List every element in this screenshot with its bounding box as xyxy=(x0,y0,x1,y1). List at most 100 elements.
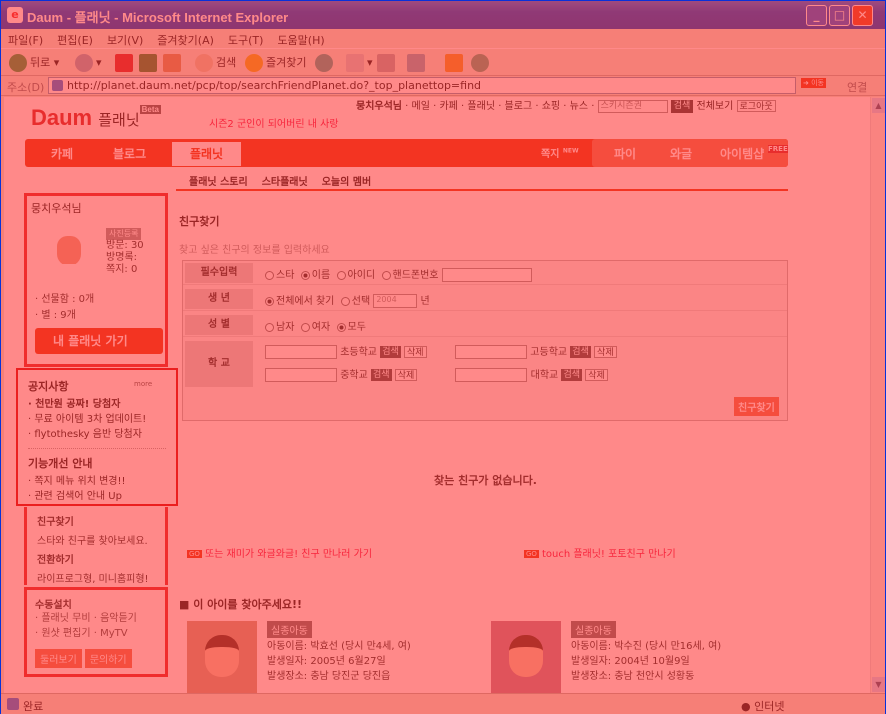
side-switch-link[interactable]: 전환하기 xyxy=(37,551,155,566)
elementary-input[interactable] xyxy=(265,345,337,359)
minimize-button[interactable]: _ xyxy=(806,5,827,26)
daum-planet-logo[interactable]: Daum 플래닛Beta xyxy=(31,105,161,131)
side-find-desc: 스타와 친구를 찾아보세요. xyxy=(37,536,148,547)
user-name[interactable]: 뭉치우석님 xyxy=(356,101,402,112)
tab-wagle[interactable]: 와글 xyxy=(670,145,692,162)
radio-female[interactable] xyxy=(300,322,310,332)
missing-child-title: ■ 이 아이를 찾아주세요!! xyxy=(179,598,303,611)
elementary-delete-button[interactable]: 삭제 xyxy=(403,346,427,358)
subnav-star[interactable]: 스타플래닛 xyxy=(262,177,308,188)
address-input[interactable]: http://planet.daum.net/pcp/top/searchFri… xyxy=(48,77,796,94)
service-links[interactable]: 메일 · 카페 · 플래닛 · 블로그 · 쇼핑 · 뉴스 xyxy=(412,101,588,112)
my-planet-button[interactable]: 내 플래닛 가기 xyxy=(35,328,163,354)
university-search-button[interactable]: 검색 xyxy=(561,369,582,381)
tab-planet[interactable]: 플래닛 xyxy=(171,141,242,167)
menu-edit[interactable]: 편집(E) xyxy=(50,29,100,48)
child-photo[interactable] xyxy=(491,621,561,693)
high-school-input[interactable] xyxy=(455,345,528,359)
radio-all-years[interactable] xyxy=(265,296,274,306)
photo-friend-link[interactable]: GO touch 플래닛! 포토친구 만나기 xyxy=(524,545,676,560)
edit-button[interactable] xyxy=(407,53,428,73)
links-button[interactable]: 연결 xyxy=(847,79,867,95)
inquiry-button[interactable]: 문의하기 xyxy=(84,649,132,668)
radio-id[interactable] xyxy=(336,270,346,280)
avatar[interactable] xyxy=(37,228,102,278)
notice-more-link[interactable]: more xyxy=(134,380,152,388)
notice-panel: 공지사항 more · 천만원 공짜! 당첨자 · 무료 아이템 3차 업데이트… xyxy=(16,368,178,506)
forward-button[interactable]: ▾ xyxy=(75,53,102,73)
menu-favorites[interactable]: 즐겨찾기(A) xyxy=(150,29,221,48)
discuss-button[interactable] xyxy=(445,53,466,73)
photo-register-badge[interactable]: 사진등록 xyxy=(106,228,142,240)
subnav-story[interactable]: 플래닛 스토리 xyxy=(189,177,248,188)
middle-school-input[interactable] xyxy=(265,368,337,382)
child-photo[interactable] xyxy=(187,621,257,693)
gift-info: · 선물함 : 0개 · 별 : 9개 xyxy=(35,292,94,324)
close-button[interactable]: ✕ xyxy=(852,5,873,26)
year-select[interactable]: 2004 xyxy=(373,294,418,308)
search-button[interactable]: 검색 xyxy=(195,53,236,73)
elementary-search-button[interactable]: 검색 xyxy=(380,346,401,358)
high-search-button[interactable]: 검색 xyxy=(570,346,591,358)
scroll-up-button[interactable]: ▲ xyxy=(872,98,885,113)
back-button[interactable]: 뒤로 ▾ xyxy=(9,53,59,73)
stop-button[interactable] xyxy=(115,53,136,73)
tab-itemshop[interactable]: 아이템샵 xyxy=(720,145,764,162)
refresh-button[interactable] xyxy=(139,53,160,73)
history-button[interactable] xyxy=(315,53,336,73)
messenger-button[interactable] xyxy=(471,53,492,73)
notice-item[interactable]: · 천만원 공짜! 당첨자 xyxy=(28,397,166,412)
print-button[interactable] xyxy=(377,53,398,73)
menu-tools[interactable]: 도구(T) xyxy=(221,29,271,48)
friend-find-side: 친구찾기 스타와 친구를 찾아보세요. 전환하기 라이프로그형, 미니홈피형! xyxy=(24,507,168,585)
print-icon xyxy=(377,54,395,72)
logout-button[interactable]: 로그아웃 xyxy=(736,100,776,112)
radio-phone[interactable] xyxy=(381,270,391,280)
notice-item[interactable]: · 무료 아이템 3차 업데이트! xyxy=(28,412,166,427)
scroll-down-button[interactable]: ▼ xyxy=(872,677,885,692)
promo-link[interactable]: 시즌2 군인이 되어버린 내 사랑 xyxy=(209,115,338,130)
tab-note[interactable]: 쪽지 NEW xyxy=(541,145,579,160)
menu-help[interactable]: 도움말(H) xyxy=(270,29,331,48)
favorites-button[interactable]: 즐겨찾기 xyxy=(245,53,306,73)
go-button[interactable]: ➜ 이동 xyxy=(801,78,826,88)
subnav-member[interactable]: 오늘의 멤버 xyxy=(322,177,371,188)
star-count[interactable]: · 별 : 9개 xyxy=(35,308,94,324)
middle-delete-button[interactable]: 삭제 xyxy=(394,369,418,381)
middle-search-button[interactable]: 검색 xyxy=(370,369,392,381)
menu-file[interactable]: 파일(F) xyxy=(1,29,50,48)
tab-cafe[interactable]: 카페 xyxy=(51,145,73,162)
find-friend-button[interactable]: 친구찾기 xyxy=(734,397,779,416)
tab-pie[interactable]: 파이 xyxy=(614,145,636,162)
school-row-2: 중학교 검색 삭제 대학교 검색 삭제 xyxy=(265,366,608,382)
manual-items-2[interactable]: · 원샷 편집기 · MyTV xyxy=(35,626,157,641)
home-button[interactable] xyxy=(163,53,184,73)
mail-button[interactable]: ▾ xyxy=(346,53,373,73)
manual-items[interactable]: · 플래닛 무비 · 음악듣기 xyxy=(35,611,157,626)
all-services-link[interactable]: 전체보기 xyxy=(697,101,734,112)
radio-select-year[interactable] xyxy=(340,296,350,306)
browse-button[interactable]: 둘러보기 xyxy=(35,649,82,668)
improvement-item[interactable]: · 쪽지 메뉴 위치 변경!! xyxy=(28,474,166,489)
university-input[interactable] xyxy=(455,368,528,382)
maximize-button[interactable]: □ xyxy=(829,5,850,26)
radio-male[interactable] xyxy=(265,322,274,332)
improvement-item[interactable]: · 관련 검색어 안내 Up xyxy=(28,489,166,504)
radio-star[interactable] xyxy=(265,270,274,280)
missing-child-card: 실종아동 아동이름: 박효선 (당시 만4세, 여) 발생일자: 2005년 6… xyxy=(187,621,487,693)
vertical-scrollbar[interactable]: ▲ ▼ xyxy=(870,97,885,693)
top-search-input[interactable]: 스키시즌권 xyxy=(597,99,668,113)
university-delete-button[interactable]: 삭제 xyxy=(585,369,608,381)
menu-view[interactable]: 보기(V) xyxy=(100,29,150,48)
top-search-button[interactable]: 검색 xyxy=(670,99,694,113)
notice-item[interactable]: · flytothesky 음반 당첨자 xyxy=(28,427,166,442)
tab-blog[interactable]: 블로그 xyxy=(113,145,146,162)
wagle-friend-link[interactable]: GO 또는 재미가 와글와글! 친구 만나러 가기 xyxy=(187,545,372,560)
side-find-link[interactable]: 친구찾기 xyxy=(37,513,155,528)
required-input[interactable] xyxy=(441,268,532,282)
radio-name[interactable] xyxy=(300,270,310,280)
high-delete-button[interactable]: 삭제 xyxy=(594,346,617,358)
radio-all-gender[interactable] xyxy=(336,322,346,332)
giftbox-count[interactable]: · 선물함 : 0개 xyxy=(35,292,94,308)
main-nav: 카페 블로그 플래닛 쪽지 NEW 파이 와글 아이템샵 FREE xyxy=(25,139,788,167)
